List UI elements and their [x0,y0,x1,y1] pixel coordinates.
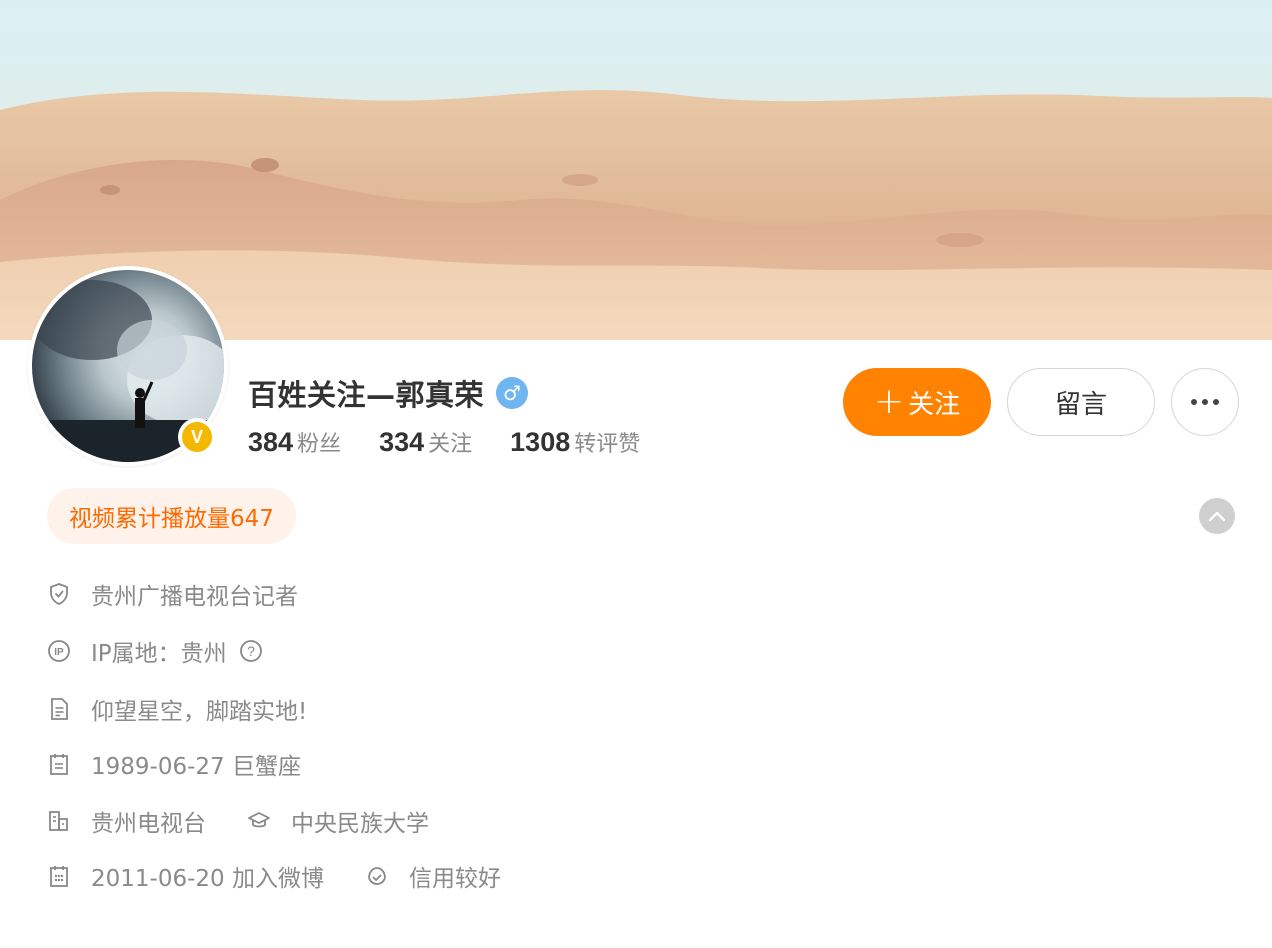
profile-page: V 百姓关注—郭真荣 ♂ 384 粉丝 334 关注 1308 转评赞 + 关注… [0,0,1272,948]
calendar-icon [46,751,72,777]
info-row-ip: IP IP属地：贵州 ? [46,634,263,668]
chevron-up-icon [1208,511,1226,522]
info-bio-text: 仰望星空，脚踏实地! [91,699,308,725]
school-item: 中央民族大学 [246,804,429,838]
verified-badge: V [178,418,216,456]
stat-value: 334 [379,427,425,457]
info-school-text: 中央民族大学 [291,811,429,837]
male-icon: ♂ [496,377,529,409]
name-row: 百姓关注—郭真荣 ♂ [248,372,529,414]
profile-name: 百姓关注—郭真荣 [248,378,485,412]
collapse-button[interactable] [1199,498,1235,534]
stat-followers[interactable]: 384 粉丝 [248,426,341,458]
graduation-cap-icon [246,808,272,834]
stat-label: 转评赞 [574,432,641,457]
credit-item[interactable]: 信用较好 [364,859,501,893]
ip-icon: IP [46,638,72,664]
stat-following[interactable]: 334 关注 [379,426,472,458]
info-birthday-text: 1989-06-27 巨蟹座 [91,754,301,780]
message-label: 留言 [1054,389,1107,420]
svg-text:IP: IP [54,647,64,658]
stat-value: 384 [248,427,294,457]
info-row-title: 贵州广播电视台记者 [46,577,298,611]
info-row-bio: 仰望星空，脚踏实地! [46,692,307,726]
video-play-count-tag[interactable]: 视频累计播放量647 [47,488,296,544]
dot-icon [1213,399,1219,405]
question-icon[interactable]: ? [239,639,263,663]
building-icon [46,808,72,834]
stat-reposts-comments-likes[interactable]: 1308 转评赞 [510,426,640,458]
info-company-text: 贵州电视台 [91,811,206,837]
info-row-work-education: 贵州电视台 中央民族大学 [46,804,429,838]
follow-button[interactable]: + 关注 [843,368,991,436]
credit-icon [364,863,390,889]
info-credit-text: 信用较好 [408,866,501,892]
message-button[interactable]: 留言 [1007,368,1155,436]
stat-label: 关注 [428,432,473,457]
info-joined-text: 2011-06-20 加入微博 [91,866,324,892]
video-play-count-text: 视频累计播放量647 [69,506,274,532]
follow-label: 关注 [908,389,961,420]
verified-v-icon: V [182,422,212,452]
dot-icon [1191,399,1197,405]
svg-text:?: ? [247,643,255,659]
document-icon [46,696,72,722]
calendar-grid-icon [46,863,72,889]
plus-icon: + [873,381,905,422]
info-row-birthday: 1989-06-27 巨蟹座 [46,747,301,781]
info-ip-text: IP属地：贵州 [91,641,227,667]
more-options-button[interactable] [1171,368,1239,436]
profile-stats: 384 粉丝 334 关注 1308 转评赞 [248,426,678,458]
dot-icon [1202,399,1208,405]
stat-label: 粉丝 [297,432,342,457]
stat-value: 1308 [510,427,571,457]
shield-icon [46,581,72,607]
info-row-joined-credit: 2011-06-20 加入微博 信用较好 [46,859,501,893]
info-title-text: 贵州广播电视台记者 [91,584,298,610]
